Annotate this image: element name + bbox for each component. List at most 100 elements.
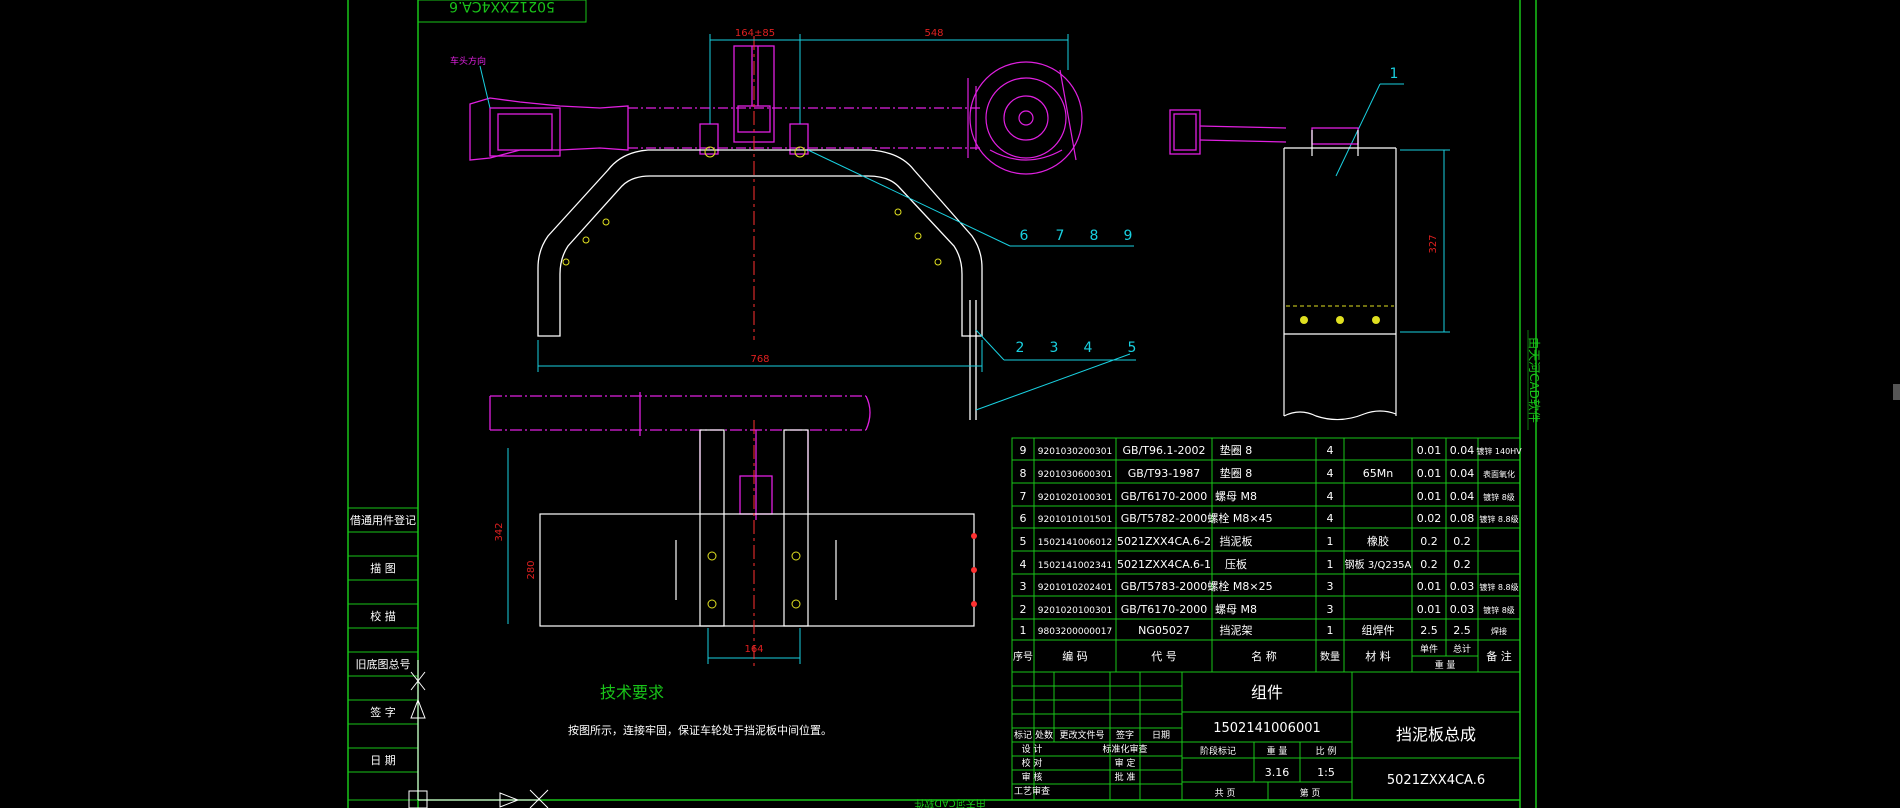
bom-row-qty: 1 [1327, 535, 1334, 548]
bottom-mirror-label: 由天河CAD软件 [914, 797, 986, 808]
bom-row-w2: 0.2 [1453, 535, 1471, 548]
bom-row-name: 螺母 M8 [1215, 490, 1257, 503]
bom-row-name: 螺栓 M8×25 [1207, 579, 1272, 593]
rev-col-mark: 标记 [1014, 729, 1032, 741]
bom-row-qty: 3 [1327, 603, 1334, 616]
bom-row-w2: 0.2 [1453, 558, 1471, 571]
bom-row-no: 1 [1020, 624, 1027, 637]
dim-342: 342 [494, 522, 505, 541]
bom-row-w2: 0.08 [1450, 512, 1475, 525]
dim-327: 327 [1428, 234, 1439, 253]
tech-requirements-text: 按图所示，连接牢固，保证车轮处于挡泥板中间位置。 [568, 723, 832, 737]
bom-row-no: 9 [1020, 444, 1027, 457]
bom-row-w2: 0.04 [1450, 444, 1475, 457]
bom-row-qty: 4 [1327, 467, 1334, 480]
bom-row-w2: 0.03 [1450, 580, 1475, 593]
bom-row-w1: 0.2 [1420, 535, 1438, 548]
role-approve-check: 审 定 [1115, 757, 1136, 769]
front-view-drawing [469, 36, 1083, 420]
bom-row-no: 3 [1020, 580, 1027, 593]
bom-row-no: 6 [1020, 512, 1027, 525]
bom-row-qty: 4 [1327, 490, 1334, 503]
role-review: 审 核 [1022, 771, 1043, 783]
bom-row-note: 表面氧化 [1483, 469, 1515, 479]
bom-row-w1: 0.2 [1420, 558, 1438, 571]
ucs-axis-icon [408, 660, 549, 808]
rev-col-file: 更改文件号 [1059, 729, 1104, 741]
bom-row-w1: 2.5 [1420, 624, 1438, 637]
bom-row-std: 5021ZXX4CA.6-2 [1117, 535, 1211, 548]
role-process: 工艺审查 [1014, 785, 1050, 797]
bom-row-code: 9201010202401 [1038, 583, 1112, 593]
bom-row-name: 挡泥板 [1220, 534, 1253, 548]
bom-row-std: NG05027 [1138, 624, 1190, 637]
title-scale: 1:5 [1317, 766, 1335, 779]
bom-row-w2: 2.5 [1453, 624, 1471, 637]
bom-row-name: 垫圈 8 [1220, 443, 1253, 457]
bom-row-note: 镀锌 140HV [1476, 446, 1522, 456]
bom-header-code: 编 码 [1062, 649, 1088, 663]
bom-row-no: 7 [1020, 490, 1027, 503]
left-panel-item-5: 签 字 [370, 705, 396, 719]
bom-row-w2: 0.04 [1450, 490, 1475, 503]
bom-row-w1: 0.01 [1417, 444, 1442, 457]
bom-row-w1: 0.02 [1417, 512, 1442, 525]
bom-row-code: 9201010101501 [1038, 515, 1112, 525]
dim-768: 768 [750, 354, 769, 365]
bom-row-code: 9803200000017 [1038, 627, 1112, 637]
bom-header-w1: 单件 [1420, 643, 1438, 655]
bom-row-w1: 0.01 [1417, 580, 1442, 593]
left-panel-item-2: 描 图 [370, 561, 396, 575]
bom-row-std: GB/T96.1-2002 [1123, 444, 1206, 457]
bom-row-std: 5021ZXX4CA.6-1 [1117, 558, 1211, 571]
title-weight: 3.16 [1265, 766, 1290, 779]
dim-280: 280 [526, 560, 537, 579]
bom-row-no: 2 [1020, 603, 1027, 616]
side-view-drawing [1169, 109, 1397, 421]
sheets-total: 共 页 [1215, 788, 1236, 799]
left-panel-item-1: 借通用件登记 [350, 513, 416, 527]
title-drawing-no: 5021ZXX4CA.6 [1387, 773, 1485, 788]
bom-row-name: 压板 [1225, 557, 1247, 571]
balloon-9: 9 [1124, 228, 1133, 244]
bom-row-name: 垫圈 8 [1220, 466, 1253, 480]
weight-label: 重 量 [1267, 745, 1288, 757]
bom-row-qty: 1 [1327, 624, 1334, 637]
bom-row-name: 螺栓 M8×45 [1207, 511, 1272, 525]
role-check: 校 对 [1022, 757, 1043, 769]
balloon-7: 7 [1056, 228, 1065, 244]
bom-row-no: 5 [1020, 535, 1027, 548]
scrollbar-handle[interactable] [1893, 384, 1900, 400]
bom-row-code: 1502141002341 [1038, 561, 1112, 571]
bom-row-qty: 4 [1327, 512, 1334, 525]
bom-row-name: 螺母 M8 [1215, 603, 1257, 616]
bom-header-note: 备 注 [1486, 649, 1512, 663]
stage-label: 阶段标记 [1200, 745, 1236, 757]
balloon-4: 4 [1084, 340, 1093, 356]
bom-row-name: 挡泥架 [1220, 623, 1253, 637]
cad-drawing-canvas: 5021ZXX4CA.6 由天河CAD软件 借通用件登记 描 图 校 描 旧底图… [347, 0, 1900, 808]
dimension-lines [479, 34, 1450, 664]
bom-row-w1: 0.01 [1417, 603, 1442, 616]
vehicle-direction-label: 车头方向 [450, 55, 486, 67]
bom-row-std: GB/T93-1987 [1128, 467, 1200, 480]
bom-row-code: 9201030600301 [1038, 470, 1112, 480]
bom-header-name: 名 称 [1251, 649, 1277, 663]
rev-col-sign: 签字 [1116, 729, 1134, 741]
dim-548: 548 [924, 28, 943, 39]
bom-header-std: 代 号 [1151, 650, 1177, 663]
bom-row-code: 9201030200301 [1038, 447, 1112, 457]
title-part-code: 1502141006001 [1213, 721, 1321, 736]
bom-row-note: 镀锌 8.8级 [1479, 582, 1518, 592]
bom-row-w2: 0.04 [1450, 467, 1475, 480]
bom-header-w2: 总计 [1453, 643, 1471, 655]
bom-header-mat: 材 料 [1365, 649, 1391, 663]
bom-row-std: GB/T6170-2000 [1121, 490, 1207, 503]
balloon-5: 5 [1128, 340, 1137, 356]
bom-row-mat: 钢板 3/Q235A [1345, 558, 1412, 571]
bom-row-mat: 65Mn [1363, 467, 1393, 480]
left-panel-item-3: 校 描 [370, 609, 396, 623]
side-label: 由天河CAD软件 [1527, 337, 1541, 423]
role-approve: 批 准 [1115, 771, 1136, 783]
bom-row-qty: 1 [1327, 558, 1334, 571]
